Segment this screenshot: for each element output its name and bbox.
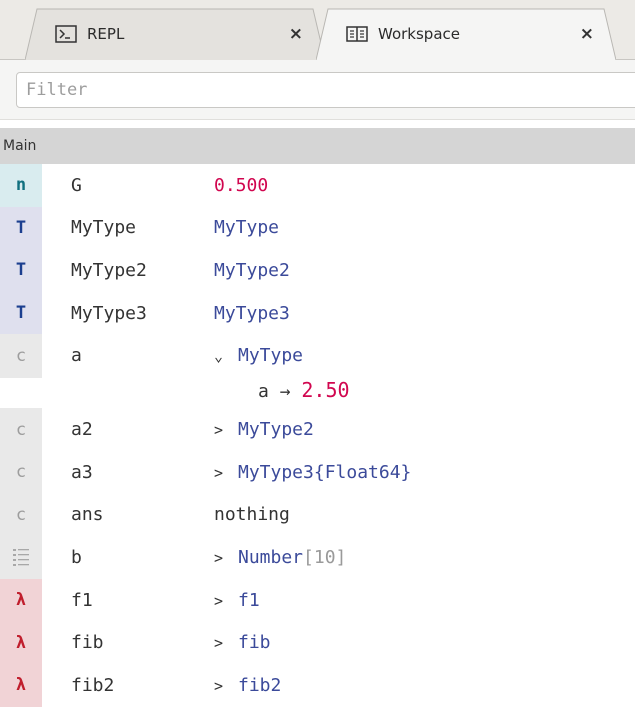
number-type-badge: n [0, 164, 42, 207]
table-row[interactable]: λ f1 > f1 [0, 578, 635, 622]
expand-chevron-icon[interactable]: > [214, 634, 238, 652]
array-length: [10] [303, 546, 347, 568]
table-row[interactable]: c a2 > MyType2 [0, 408, 635, 451]
table-row[interactable]: λ fib > fib [0, 621, 635, 664]
tab-repl-label: REPL [87, 25, 125, 43]
tab-workspace-close-button[interactable]: × [580, 24, 594, 44]
variable-value-tree[interactable]: > MyType3{Float64} [214, 462, 411, 483]
table-row[interactable]: n G 0.500 [0, 164, 635, 207]
workspace-book-icon [346, 25, 368, 43]
variable-type: MyType3{Float64} [238, 461, 412, 483]
table-row[interactable]: λ fib2 > fib2 [0, 663, 635, 707]
variable-type: MyType [238, 345, 304, 367]
variable-type: MyType2 [238, 419, 314, 441]
variable-value-tree[interactable]: > MyType2 [214, 419, 314, 440]
variable-type: Number [238, 546, 304, 568]
function-name: fib2 [238, 674, 282, 696]
variable-value-tree[interactable]: ⌄ MyType [214, 345, 303, 366]
variable-value: MyType3 [214, 302, 290, 324]
field-arrow-icon: → [279, 381, 291, 403]
section-header-main[interactable]: Main [0, 128, 635, 164]
variable-name: fib [71, 632, 104, 654]
lambda-badge: λ [0, 663, 42, 707]
constant-badge: c [0, 493, 42, 537]
variable-name: a2 [71, 419, 93, 441]
table-row[interactable]: c ans nothing [0, 493, 635, 537]
terminal-icon [55, 25, 77, 43]
variable-value-tree[interactable]: > fib2 [214, 675, 281, 696]
constant-badge: c [0, 334, 42, 379]
table-row[interactable]: T MyType MyType [0, 206, 635, 250]
filter-input[interactable] [16, 72, 635, 108]
table-row[interactable]: T MyType3 MyType3 [0, 291, 635, 335]
expand-chevron-icon[interactable]: > [214, 549, 238, 567]
variable-value: nothing [214, 504, 290, 526]
variable-name: a [71, 345, 82, 367]
expand-chevron-icon[interactable]: > [214, 421, 238, 439]
variable-name: b [71, 546, 82, 568]
expand-chevron-icon[interactable]: > [214, 677, 238, 695]
tab-repl-close-button[interactable]: × [289, 24, 303, 44]
field-name: a [258, 381, 269, 403]
variable-name: f1 [71, 589, 93, 611]
workspace-variable-list: n G 0.500 T MyType MyType T MyType2 MyTy… [0, 164, 635, 707]
variable-value-tree[interactable]: > f1 [214, 590, 260, 611]
type-badge: T [0, 291, 42, 335]
expand-chevron-icon[interactable]: > [214, 592, 238, 610]
tab-workspace[interactable]: Workspace × [316, 8, 616, 60]
tab-repl[interactable]: REPL × [25, 8, 325, 60]
type-badge: T [0, 206, 42, 250]
struct-field: a → 2.50 [258, 378, 350, 402]
variable-name: MyType3 [71, 302, 147, 324]
variable-name: fib2 [71, 674, 115, 696]
table-row-expanded[interactable]: c a ⌄ MyType a → 2.50 [0, 334, 635, 408]
variable-value: MyType2 [214, 259, 290, 281]
tab-bar: REPL × Workspace × [0, 0, 635, 60]
table-row[interactable]: c a3 > MyType3{Float64} [0, 450, 635, 494]
variable-name: MyType2 [71, 259, 147, 281]
field-value: 2.50 [301, 378, 350, 403]
lambda-badge: λ [0, 621, 42, 664]
variable-name: G [71, 174, 82, 196]
filter-bar [0, 60, 635, 120]
expand-chevron-icon[interactable]: > [214, 464, 238, 482]
function-name: f1 [238, 589, 260, 611]
tab-workspace-label: Workspace [378, 25, 460, 43]
variable-value-tree[interactable]: > fib [214, 632, 271, 653]
variable-value: MyType [214, 217, 280, 239]
variable-name: MyType [71, 217, 137, 239]
variable-value: 0.500 [214, 174, 269, 196]
table-row[interactable]: b > Number[10] [0, 536, 635, 579]
variable-name: ans [71, 504, 104, 526]
variable-name: a3 [71, 461, 93, 483]
table-row[interactable]: T MyType2 MyType2 [0, 249, 635, 292]
collapse-chevron-icon[interactable]: ⌄ [214, 347, 238, 365]
lambda-badge: λ [0, 578, 42, 622]
variable-value-tree[interactable]: > Number[10] [214, 547, 346, 568]
type-badge: T [0, 249, 42, 292]
function-name: fib [238, 632, 271, 654]
constant-badge: c [0, 408, 42, 451]
constant-badge: c [0, 450, 42, 494]
list-icon [0, 536, 42, 579]
